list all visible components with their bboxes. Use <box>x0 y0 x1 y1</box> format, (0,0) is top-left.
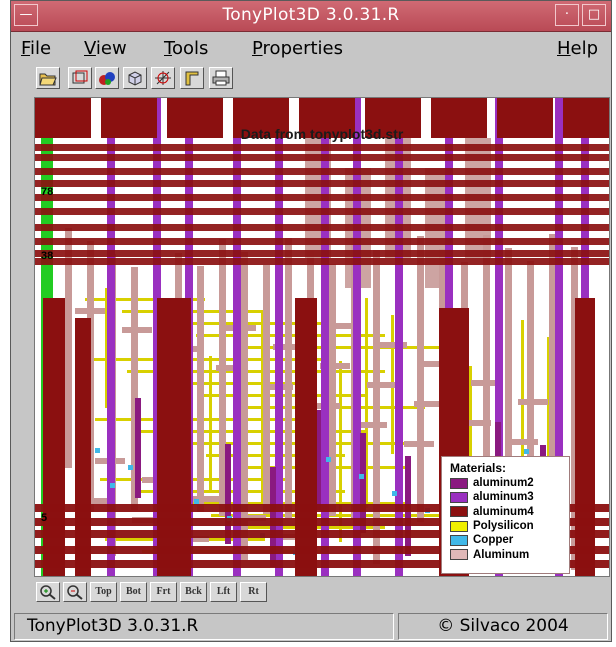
tonyplot3d-window: — TonyPlot3D 3.0.31.R · □ File View Tool… <box>10 0 612 642</box>
window-title: TonyPlot3D 3.0.31.R <box>222 5 400 25</box>
aluminum-post <box>373 250 380 564</box>
aluminum4-pillar <box>75 318 91 576</box>
view-front-button[interactable]: Frt <box>150 582 177 602</box>
cube-view-icon[interactable] <box>123 67 147 89</box>
legend-item: aluminum4 <box>450 505 569 519</box>
cutplane-icon[interactable] <box>180 67 204 89</box>
legend-swatch <box>450 506 468 518</box>
3d-viewport[interactable]: Data from tonyplot3d.str 78 38 5 Materia… <box>34 97 610 577</box>
copper-via <box>359 474 364 479</box>
legend-item: aluminum3 <box>450 490 569 504</box>
legend-label: aluminum3 <box>473 491 534 504</box>
aluminum4-rail <box>35 238 609 245</box>
status-copyright: © Silvaco 2004 <box>398 613 608 640</box>
menu-file[interactable]: File <box>21 38 51 59</box>
minimize-button[interactable]: · <box>555 4 579 26</box>
legend-label: aluminum2 <box>473 477 534 490</box>
print-icon[interactable] <box>209 67 233 89</box>
copper-via <box>524 449 529 454</box>
view-back-button[interactable]: Bck <box>180 582 207 602</box>
legend-swatch <box>450 477 468 489</box>
aluminum-post <box>241 252 248 560</box>
legend-label: Polysilicon <box>473 520 534 533</box>
legend-swatch <box>450 549 468 561</box>
plot-title: Data from tonyplot3d.str <box>240 126 404 142</box>
open-file-icon[interactable] <box>36 67 60 89</box>
axis-rotate-icon[interactable] <box>151 67 175 89</box>
copper-via <box>128 465 133 470</box>
menu-bar: File View Tools Properties Help <box>11 32 611 64</box>
view-left-button[interactable]: Lft <box>210 582 237 602</box>
aluminum2-line <box>225 444 231 544</box>
aluminum-post <box>219 239 226 516</box>
aluminum-stub <box>122 327 152 333</box>
aluminum-post <box>285 238 292 518</box>
materials-legend: Materials: aluminum2 aluminum3 aluminum4 Po… <box>441 456 570 574</box>
copper-via <box>110 483 115 488</box>
aluminum-stub <box>367 382 397 388</box>
copper-via <box>95 448 100 453</box>
aluminum4-rail <box>35 250 609 257</box>
polysilicon-line <box>209 356 212 492</box>
legend-item: aluminum2 <box>450 476 569 490</box>
aluminum4-rail <box>35 224 609 231</box>
legend-swatch <box>450 534 468 546</box>
aluminum4-rail <box>35 180 609 187</box>
aluminum-stub <box>216 365 246 371</box>
polysilicon-line <box>339 361 342 542</box>
menu-properties[interactable]: Properties <box>252 38 343 59</box>
menu-help[interactable]: Help <box>557 38 598 59</box>
zoom-out-icon[interactable] <box>63 582 87 602</box>
bounding-box-icon[interactable] <box>68 67 92 89</box>
copper-via <box>326 457 331 462</box>
view-bottom-button[interactable]: Bot <box>120 582 147 602</box>
aluminum-post <box>417 236 424 522</box>
status-bar: TonyPlot3D 3.0.31.R © Silvaco 2004 <box>11 612 611 641</box>
materials-icon[interactable] <box>95 67 119 89</box>
view-top-button[interactable]: Top <box>90 582 117 602</box>
aluminum4-rail <box>35 258 609 265</box>
view-right-button[interactable]: Rt <box>240 582 267 602</box>
aluminum4-rail <box>35 144 609 151</box>
aluminum-post <box>197 266 204 512</box>
legend-item: Polysilicon <box>450 519 569 533</box>
copper-via <box>194 499 199 504</box>
aluminum4-rail <box>35 194 609 201</box>
aluminum4-rail <box>35 168 609 175</box>
aluminum-post <box>329 264 336 516</box>
legend-item: Copper <box>450 533 569 547</box>
axis-label: 78 <box>41 186 54 198</box>
aluminum4-rail <box>35 154 609 161</box>
zoom-in-icon[interactable] <box>36 582 60 602</box>
aluminum-stub <box>508 439 538 445</box>
legend-title: Materials: <box>450 461 507 475</box>
copper-via <box>392 491 397 496</box>
menu-view[interactable]: View <box>84 38 127 59</box>
legend-label: Aluminum <box>473 548 530 561</box>
axis-label: 5 <box>41 512 48 524</box>
aluminum-stub <box>75 308 105 314</box>
aluminum-stub <box>518 399 548 405</box>
legend-swatch <box>450 491 468 503</box>
aluminum2-line <box>135 398 141 498</box>
aluminum-stub <box>357 422 387 428</box>
status-version: TonyPlot3D 3.0.31.R <box>14 613 394 640</box>
title-bar[interactable]: — TonyPlot3D 3.0.31.R · □ <box>11 1 611 32</box>
menu-tools[interactable]: Tools <box>164 38 208 59</box>
aluminum-stub <box>404 441 434 447</box>
axis-label: 38 <box>41 250 54 262</box>
legend-label: Copper <box>473 534 514 547</box>
legend-label: aluminum4 <box>473 505 534 518</box>
legend-swatch <box>450 520 468 532</box>
legend-item: Aluminum <box>450 547 569 561</box>
aluminum4-rail <box>35 208 609 215</box>
aluminum-stub <box>189 496 219 502</box>
maximize-button[interactable]: □ <box>582 4 606 26</box>
